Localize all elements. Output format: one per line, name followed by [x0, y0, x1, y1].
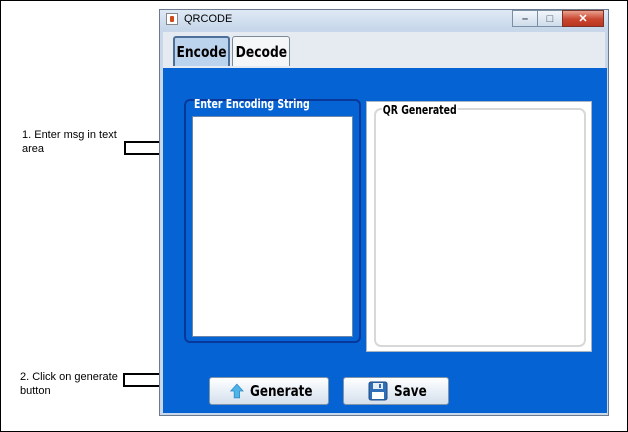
tab-decode-label: Decode [235, 42, 287, 61]
floppy-disk-icon [368, 381, 388, 401]
save-button-label: Save [394, 382, 427, 400]
qr-generated-group: QR Generated [374, 103, 586, 347]
java-app-icon [166, 13, 178, 25]
app-window: QRCODE – □ ✕ Encode Decode Enter Encodin… [159, 9, 609, 416]
encode-panel: Enter Encoding String QR Generated Gener… [163, 68, 607, 413]
tab-bar: Encode Decode [163, 32, 605, 70]
maximize-button[interactable]: □ [537, 10, 563, 27]
minimize-icon: – [521, 12, 529, 25]
encoding-string-title: Enter Encoding String [194, 97, 310, 111]
close-icon: ✕ [578, 13, 588, 25]
up-arrow-icon [230, 383, 244, 399]
encoding-string-group: Enter Encoding String [184, 97, 361, 343]
minimize-button[interactable]: – [512, 10, 538, 27]
annotation-step2: 2. Click on generate button [20, 371, 118, 397]
title-bar[interactable]: QRCODE – □ ✕ [160, 10, 608, 30]
maximize-icon: □ [546, 12, 554, 25]
close-button[interactable]: ✕ [562, 10, 604, 27]
window-controls: – □ ✕ [512, 10, 604, 28]
save-button[interactable]: Save [343, 377, 449, 405]
tab-decode[interactable]: Decode [232, 36, 290, 66]
tab-encode[interactable]: Encode [173, 36, 230, 66]
generate-button-label: Generate [249, 382, 313, 400]
window-title: QRCODE [184, 13, 233, 25]
qr-output-pane: QR Generated [366, 101, 592, 352]
tab-encode-label: Encode [176, 43, 227, 61]
generate-button[interactable]: Generate [209, 377, 329, 405]
qr-generated-title: QR Generated [382, 103, 458, 117]
encoding-text-area[interactable] [192, 116, 353, 337]
annotation-step1: 1. Enter msg in text area [22, 129, 117, 155]
